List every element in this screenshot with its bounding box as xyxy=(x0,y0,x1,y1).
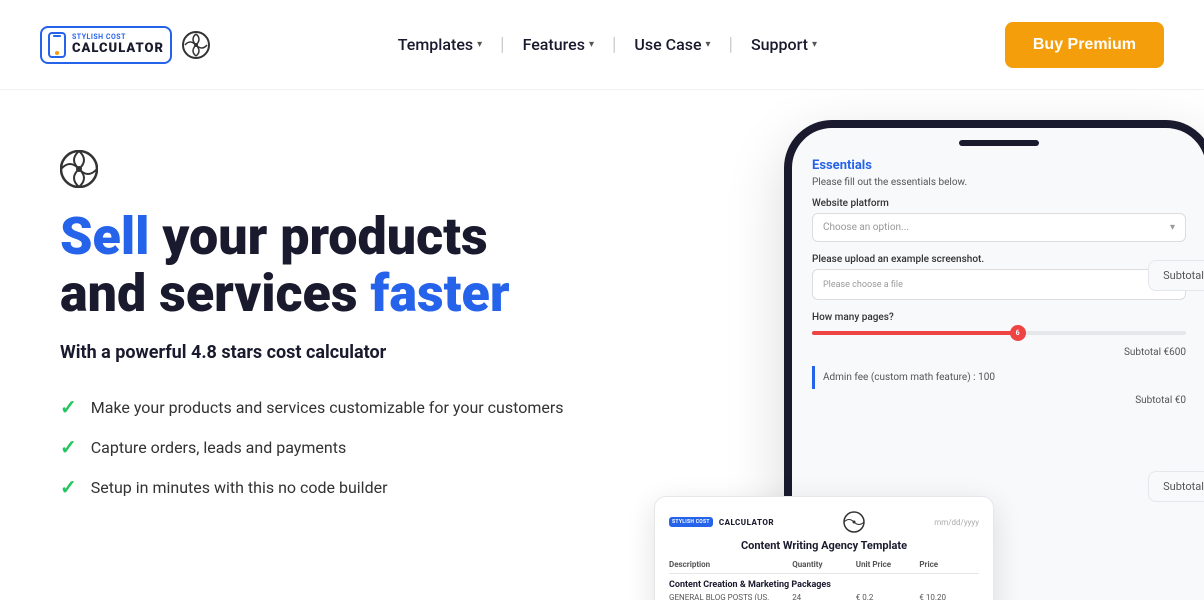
feature-item-2: ✓ Capture orders, leads and payments xyxy=(60,435,656,459)
templates-chevron-icon: ▾ xyxy=(477,39,482,50)
hero-heading-sell: Sell xyxy=(60,206,149,267)
nav-templates[interactable]: Templates ▾ xyxy=(386,27,494,62)
calc-section-title: Essentials xyxy=(812,158,1186,173)
right-subtotals: Subtotal €0 Subtotal €0 xyxy=(1148,260,1204,502)
features-chevron-icon: ▾ xyxy=(589,39,594,50)
nav-support[interactable]: Support ▾ xyxy=(739,27,829,62)
hero-heading: Sell your products and services faster xyxy=(60,208,656,322)
hero-heading-faster: faster xyxy=(370,263,509,324)
subtotal-2: Subtotal €0 xyxy=(812,395,1186,406)
logo-wrap: STYLISH COST CALCULATOR xyxy=(40,26,172,64)
logo-text-top: STYLISH COST xyxy=(72,33,164,41)
hero-section: Sell your products and services faster W… xyxy=(0,90,1204,600)
support-chevron-icon: ▾ xyxy=(812,39,817,50)
logo-area: STYLISH COST CALCULATOR xyxy=(40,26,210,64)
admin-fee: Admin fee (custom math feature) : 100 xyxy=(812,366,1186,389)
hero-features-list: ✓ Make your products and services custom… xyxy=(60,395,656,499)
calc-section-sub: Please fill out the essentials below. xyxy=(812,177,1186,188)
subtotal-1: Subtotal €600 xyxy=(812,347,1186,358)
feature-text-1: Make your products and services customiz… xyxy=(91,398,564,417)
row-data-1: GENERAL BLOG POSTS (US. 300/post) 24 € 0… xyxy=(669,593,979,600)
wordpress-logo-icon xyxy=(182,31,210,59)
file-input[interactable]: Please choose a file ⊞ xyxy=(812,269,1186,300)
second-card-date: mm/dd/yyyy xyxy=(934,518,979,527)
website-platform-placeholder: Choose an option... xyxy=(823,222,909,233)
nav-use-case[interactable]: Use Case ▾ xyxy=(622,27,722,62)
hero-heading-products: your products xyxy=(149,206,487,267)
second-card-logo: STYLISH COST CALCULATOR xyxy=(669,517,774,527)
header: STYLISH COST CALCULATOR Templates ▾ | Fe… xyxy=(0,0,1204,90)
nav-divider-2: | xyxy=(612,34,616,55)
second-card-wp-icon xyxy=(843,511,865,533)
second-card-title: Content Writing Agency Template xyxy=(669,539,979,552)
slider-thumb: 6 xyxy=(1010,325,1026,341)
phone-mockup: Essentials Please fill out the essential… xyxy=(654,120,1204,600)
website-platform-select[interactable]: Choose an option... ▾ xyxy=(812,213,1186,242)
hero-subheading: With a powerful 4.8 stars cost calculato… xyxy=(60,342,656,363)
feature-item-3: ✓ Setup in minutes with this no code bui… xyxy=(60,475,656,499)
website-platform-label: Website platform xyxy=(812,198,1186,209)
right-subtotal-2: Subtotal €0 xyxy=(1148,471,1204,502)
pages-slider[interactable]: 6 xyxy=(812,331,1186,335)
upload-label: Please upload an example screenshot. xyxy=(812,254,1186,265)
nav-divider-1: | xyxy=(500,34,504,55)
row-title: Content Creation & Marketing Packages xyxy=(669,580,979,590)
hero-heading-services: and services xyxy=(60,263,370,324)
feature-item-1: ✓ Make your products and services custom… xyxy=(60,395,656,419)
upload-area: Please upload an example screenshot. Ple… xyxy=(812,254,1186,300)
second-card-logo-text: CALCULATOR xyxy=(719,518,774,527)
phone-icon xyxy=(48,32,66,58)
right-subtotal-1: Subtotal €0 xyxy=(1148,260,1204,291)
buy-premium-button[interactable]: Buy Premium xyxy=(1005,22,1164,68)
hero-right: Essentials Please fill out the essential… xyxy=(654,120,1204,600)
hero-wordpress-icon xyxy=(60,150,656,192)
slider-fill: 6 xyxy=(812,331,1018,335)
nav-divider-3: | xyxy=(729,34,733,55)
main-nav: Templates ▾ | Features ▾ | Use Case ▾ | … xyxy=(386,27,829,62)
nav-features[interactable]: Features ▾ xyxy=(511,27,606,62)
use-case-chevron-icon: ▾ xyxy=(706,39,711,50)
row-sub-label: GENERAL BLOG POSTS (US. 300/post) xyxy=(669,593,788,600)
col-price: Price xyxy=(919,560,979,569)
check-icon-1: ✓ xyxy=(60,395,77,419)
file-placeholder: Please choose a file xyxy=(823,280,903,290)
hero-left: Sell your products and services faster W… xyxy=(60,130,656,499)
row-sub-unit: € 0.2 xyxy=(856,593,916,600)
logo-text-bottom: CALCULATOR xyxy=(72,41,164,56)
logo-text: STYLISH COST CALCULATOR xyxy=(72,33,164,56)
row-sub-price: € 10.20 xyxy=(919,593,979,600)
pages-label: How many pages? xyxy=(812,312,1186,323)
check-icon-2: ✓ xyxy=(60,435,77,459)
second-card: STYLISH COST CALCULATOR mm/dd/yyyy Conte… xyxy=(654,496,994,600)
col-unit-price: Unit Price xyxy=(856,560,916,569)
col-description: Description xyxy=(669,560,788,569)
feature-text-2: Capture orders, leads and payments xyxy=(91,438,346,457)
feature-text-3: Setup in minutes with this no code build… xyxy=(91,478,388,497)
select-chevron-icon: ▾ xyxy=(1170,222,1175,233)
col-quantity: Quantity xyxy=(792,560,852,569)
second-card-header: STYLISH COST CALCULATOR mm/dd/yyyy xyxy=(669,511,979,533)
table-row-1: Content Creation & Marketing Packages GE… xyxy=(669,580,979,600)
second-card-logo-badge: STYLISH COST xyxy=(669,517,713,527)
check-icon-3: ✓ xyxy=(60,475,77,499)
second-card-table-header: Description Quantity Unit Price Price xyxy=(669,560,979,574)
row-sub-qty: 24 xyxy=(792,593,852,600)
